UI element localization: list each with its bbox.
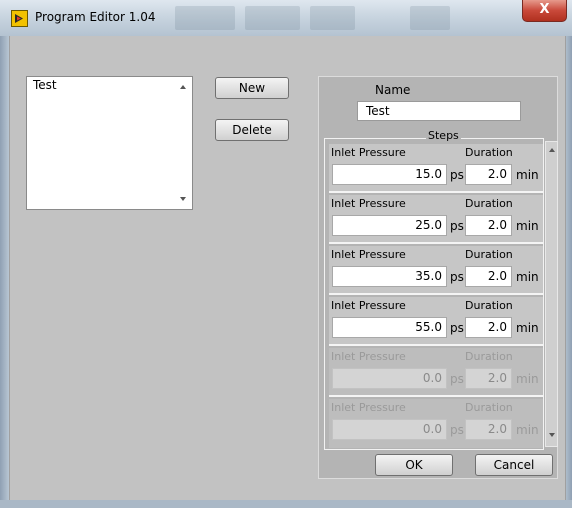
- duration-unit: min: [516, 372, 539, 386]
- inlet-pressure-input[interactable]: 25.0: [332, 215, 447, 236]
- duration-unit: min: [516, 423, 539, 437]
- step-row: Inlet Pressure Duration 55.0 psi 2.0 min: [329, 297, 543, 346]
- background-blur: [410, 6, 450, 30]
- scroll-down-icon[interactable]: [549, 433, 555, 437]
- close-button[interactable]: X: [522, 0, 567, 22]
- duration-input: 2.0: [465, 368, 512, 389]
- window-frame-left: [0, 36, 9, 508]
- step-row-disabled: Inlet Pressure Duration 0.0 psi 2.0 min: [329, 348, 543, 397]
- window-frame-bottom: [0, 500, 572, 508]
- step-row: Inlet Pressure Duration 25.0 psi 2.0 min: [329, 195, 543, 244]
- scroll-up-icon[interactable]: [180, 85, 186, 89]
- duration-input[interactable]: 2.0: [465, 266, 512, 287]
- cancel-button[interactable]: Cancel: [475, 454, 553, 476]
- window-title: Program Editor 1.04: [35, 10, 156, 24]
- duration-label: Duration: [465, 401, 513, 414]
- duration-unit: min: [516, 168, 539, 182]
- inlet-pressure-label: Inlet Pressure: [331, 299, 406, 312]
- background-blur: [175, 6, 235, 30]
- name-label: Name: [375, 83, 411, 97]
- duration-label: Duration: [465, 248, 513, 261]
- inlet-pressure-label: Inlet Pressure: [331, 248, 406, 261]
- duration-input[interactable]: 2.0: [465, 317, 512, 338]
- inlet-pressure-input[interactable]: 55.0: [332, 317, 447, 338]
- program-listbox[interactable]: Test: [26, 76, 193, 210]
- duration-label: Duration: [465, 350, 513, 363]
- duration-input[interactable]: 2.0: [465, 215, 512, 236]
- scroll-down-icon[interactable]: [180, 197, 186, 201]
- inlet-pressure-input[interactable]: 35.0: [332, 266, 447, 287]
- program-editor-window: Program Editor 1.04 X Test New Delete Na…: [0, 0, 572, 508]
- title-bar[interactable]: Program Editor 1.04 X: [0, 0, 572, 36]
- steps-label: Steps: [426, 129, 461, 142]
- labview-app-icon: [11, 10, 28, 27]
- duration-unit: min: [516, 321, 539, 335]
- new-button[interactable]: New: [215, 77, 289, 99]
- background-blur: [245, 6, 300, 30]
- duration-label: Duration: [465, 299, 513, 312]
- inlet-pressure-input: 0.0: [332, 419, 447, 440]
- listbox-scrollbar[interactable]: [176, 77, 192, 209]
- duration-input[interactable]: 2.0: [465, 164, 512, 185]
- duration-unit: min: [516, 270, 539, 284]
- duration-unit: min: [516, 219, 539, 233]
- inlet-pressure-label: Inlet Pressure: [331, 350, 406, 363]
- inlet-pressure-label: Inlet Pressure: [331, 197, 406, 210]
- scroll-up-icon[interactable]: [549, 148, 555, 152]
- inlet-pressure-label: Inlet Pressure: [331, 401, 406, 414]
- steps-scrollbar[interactable]: [545, 141, 558, 447]
- step-row: Inlet Pressure Duration 35.0 psi 2.0 min: [329, 246, 543, 295]
- duration-input: 2.0: [465, 419, 512, 440]
- step-row-disabled: Inlet Pressure Duration 0.0 psi 2.0 min: [329, 399, 543, 448]
- delete-button[interactable]: Delete: [215, 119, 289, 141]
- name-input[interactable]: Test: [357, 101, 521, 121]
- background-blur: [310, 6, 355, 30]
- duration-label: Duration: [465, 146, 513, 159]
- inlet-pressure-input: 0.0: [332, 368, 447, 389]
- program-list-item[interactable]: Test: [33, 78, 57, 92]
- inlet-pressure-label: Inlet Pressure: [331, 146, 406, 159]
- duration-label: Duration: [465, 197, 513, 210]
- ok-button[interactable]: OK: [375, 454, 453, 476]
- inlet-pressure-input[interactable]: 15.0: [332, 164, 447, 185]
- step-row: Inlet Pressure Duration 15.0 psi 2.0 min: [329, 144, 543, 193]
